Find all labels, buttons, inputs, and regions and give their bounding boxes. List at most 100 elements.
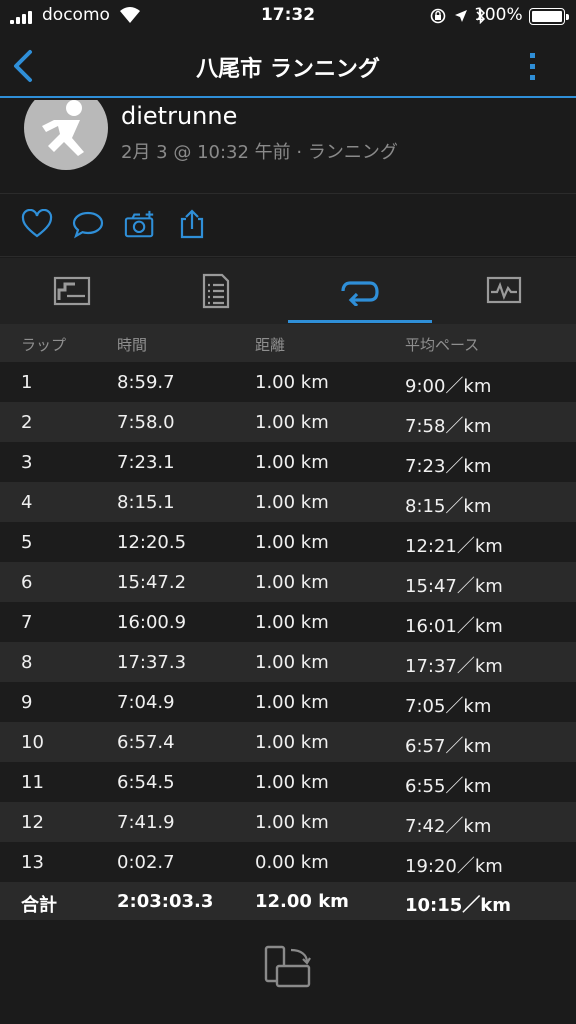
- lap-number: 9: [21, 692, 33, 713]
- lap-number: 10: [21, 732, 44, 753]
- table-header: ラップ 時間 距離 平均ペース: [0, 324, 576, 362]
- lap-time: 12:20.5: [117, 532, 187, 553]
- lap-number: 11: [21, 772, 44, 793]
- lap-distance: 1.00 km: [255, 772, 329, 793]
- lap-distance: 1.00 km: [255, 372, 329, 393]
- lap-distance: 1.00 km: [255, 612, 329, 633]
- table-row: 1 8:59.7 1.00 km 9:00／km: [0, 362, 576, 402]
- lap-pace: 6:55／km: [405, 776, 492, 797]
- lap-pace: 19:20／km: [405, 856, 503, 877]
- table-row: 13 0:02.7 0.00 km 19:20／km: [0, 842, 576, 882]
- lap-pace: 7:58／km: [405, 416, 492, 437]
- lap-number: 2: [21, 412, 33, 433]
- lap-pace: 7:23／km: [405, 456, 492, 477]
- camera-plus-icon[interactable]: [124, 209, 156, 239]
- location-arrow-icon: [455, 10, 467, 22]
- lap-time: 8:15.1: [117, 492, 175, 513]
- rotation-lock-icon: [430, 8, 446, 24]
- table-row: 9 7:04.9 1.00 km 7:05／km: [0, 682, 576, 722]
- total-row: 合計 2:03:03.3 12.00 km 10:15／km: [0, 882, 576, 920]
- battery-icon: [529, 8, 569, 25]
- active-tab-indicator: [288, 320, 432, 323]
- table-row: 5 12:20.5 1.00 km 12:21／km: [0, 522, 576, 562]
- lap-time: 7:23.1: [117, 452, 175, 473]
- more-menu-icon[interactable]: [520, 46, 544, 86]
- lap-pace: 6:57／km: [405, 736, 492, 757]
- speech-bubble-icon[interactable]: [72, 209, 104, 239]
- rotate-device-icon[interactable]: [263, 944, 313, 990]
- table-row: 6 15:47.2 1.00 km 15:47／km: [0, 562, 576, 602]
- summary-chart-icon: [53, 276, 91, 306]
- total-time: 2:03:03.3: [117, 891, 214, 912]
- lap-pace: 9:00／km: [405, 376, 492, 397]
- lap-pace: 12:21／km: [405, 536, 503, 557]
- lap-time: 6:54.5: [117, 772, 175, 793]
- lap-pace: 7:05／km: [405, 696, 492, 717]
- lap-pace: 8:15／km: [405, 496, 492, 517]
- navigation-bar: 八尾市 ランニング: [0, 34, 576, 98]
- lap-pace: 17:37／km: [405, 656, 503, 677]
- activity-header: dietrunne 2月 3 @ 10:32 午前 · ランニング: [0, 100, 576, 194]
- table-row: 10 6:57.4 1.00 km 6:57／km: [0, 722, 576, 762]
- graph-icon: [486, 276, 522, 304]
- lap-number: 6: [21, 572, 33, 593]
- column-header: 平均ペース: [405, 336, 480, 354]
- share-icon[interactable]: [176, 209, 208, 239]
- lap-number: 4: [21, 492, 33, 513]
- lap-time: 7:41.9: [117, 812, 175, 833]
- lap-pace: 7:42／km: [405, 816, 492, 837]
- lap-time: 0:02.7: [117, 852, 175, 873]
- laps-table: ラップ 時間 距離 平均ペース 1 8:59.7 1.00 km 9:00／km 2 7:…: [0, 324, 576, 920]
- lap-number: 7: [21, 612, 33, 633]
- lap-distance: 1.00 km: [255, 452, 329, 473]
- lap-pace: 15:47／km: [405, 576, 503, 597]
- lap-number: 13: [21, 852, 44, 873]
- activity-meta: 2月 3 @ 10:32 午前 · ランニング: [121, 142, 398, 163]
- lap-time: 15:47.2: [117, 572, 187, 593]
- lap-number: 12: [21, 812, 44, 833]
- total-distance: 12.00 km: [255, 891, 349, 912]
- table-row: 8 17:37.3 1.00 km 17:37／km: [0, 642, 576, 682]
- lap-distance: 1.00 km: [255, 492, 329, 513]
- column-header: 距離: [255, 336, 286, 354]
- lap-time: 17:37.3: [117, 652, 187, 673]
- avatar[interactable]: [24, 100, 108, 170]
- total-pace: 10:15／km: [405, 895, 512, 916]
- lap-distance: 1.00 km: [255, 732, 329, 753]
- tab-graphs[interactable]: [432, 258, 576, 324]
- tab-details[interactable]: [144, 258, 288, 324]
- lap-distance: 0.00 km: [255, 852, 329, 873]
- social-actions: [0, 195, 576, 257]
- lap-distance: 1.00 km: [255, 532, 329, 553]
- table-row: 7 16:00.9 1.00 km 16:01／km: [0, 602, 576, 642]
- lap-distance: 1.00 km: [255, 692, 329, 713]
- lap-distance: 1.00 km: [255, 652, 329, 673]
- laps-loop-icon: [341, 281, 379, 306]
- table-row: 3 7:23.1 1.00 km 7:23／km: [0, 442, 576, 482]
- runner-avatar-icon: [42, 100, 84, 156]
- lap-time: 7:58.0: [117, 412, 175, 433]
- heart-icon[interactable]: [21, 209, 53, 239]
- status-bar: docomo 17:32 100%: [0, 0, 576, 34]
- page-title: 八尾市 ランニング: [196, 57, 380, 82]
- battery-percentage: 100%: [474, 5, 523, 25]
- tab-summary[interactable]: [0, 258, 144, 324]
- lap-number: 8: [21, 652, 33, 673]
- details-document-icon: [202, 273, 230, 309]
- lap-time: 7:04.9: [117, 692, 175, 713]
- lap-distance: 1.00 km: [255, 812, 329, 833]
- lap-distance: 1.00 km: [255, 572, 329, 593]
- lap-number: 5: [21, 532, 33, 553]
- username[interactable]: dietrunne: [121, 102, 237, 130]
- total-label: 合計: [21, 895, 57, 916]
- table-row: 4 8:15.1 1.00 km 8:15／km: [0, 482, 576, 522]
- lap-time: 16:00.9: [117, 612, 187, 633]
- tab-laps[interactable]: [288, 258, 432, 324]
- lap-distance: 1.00 km: [255, 412, 329, 433]
- table-row: 2 7:58.0 1.00 km 7:58／km: [0, 402, 576, 442]
- lap-pace: 16:01／km: [405, 616, 503, 637]
- column-header: ラップ: [21, 336, 67, 354]
- lap-number: 3: [21, 452, 33, 473]
- table-row: 12 7:41.9 1.00 km 7:42／km: [0, 802, 576, 842]
- activity-tabs: [0, 258, 576, 324]
